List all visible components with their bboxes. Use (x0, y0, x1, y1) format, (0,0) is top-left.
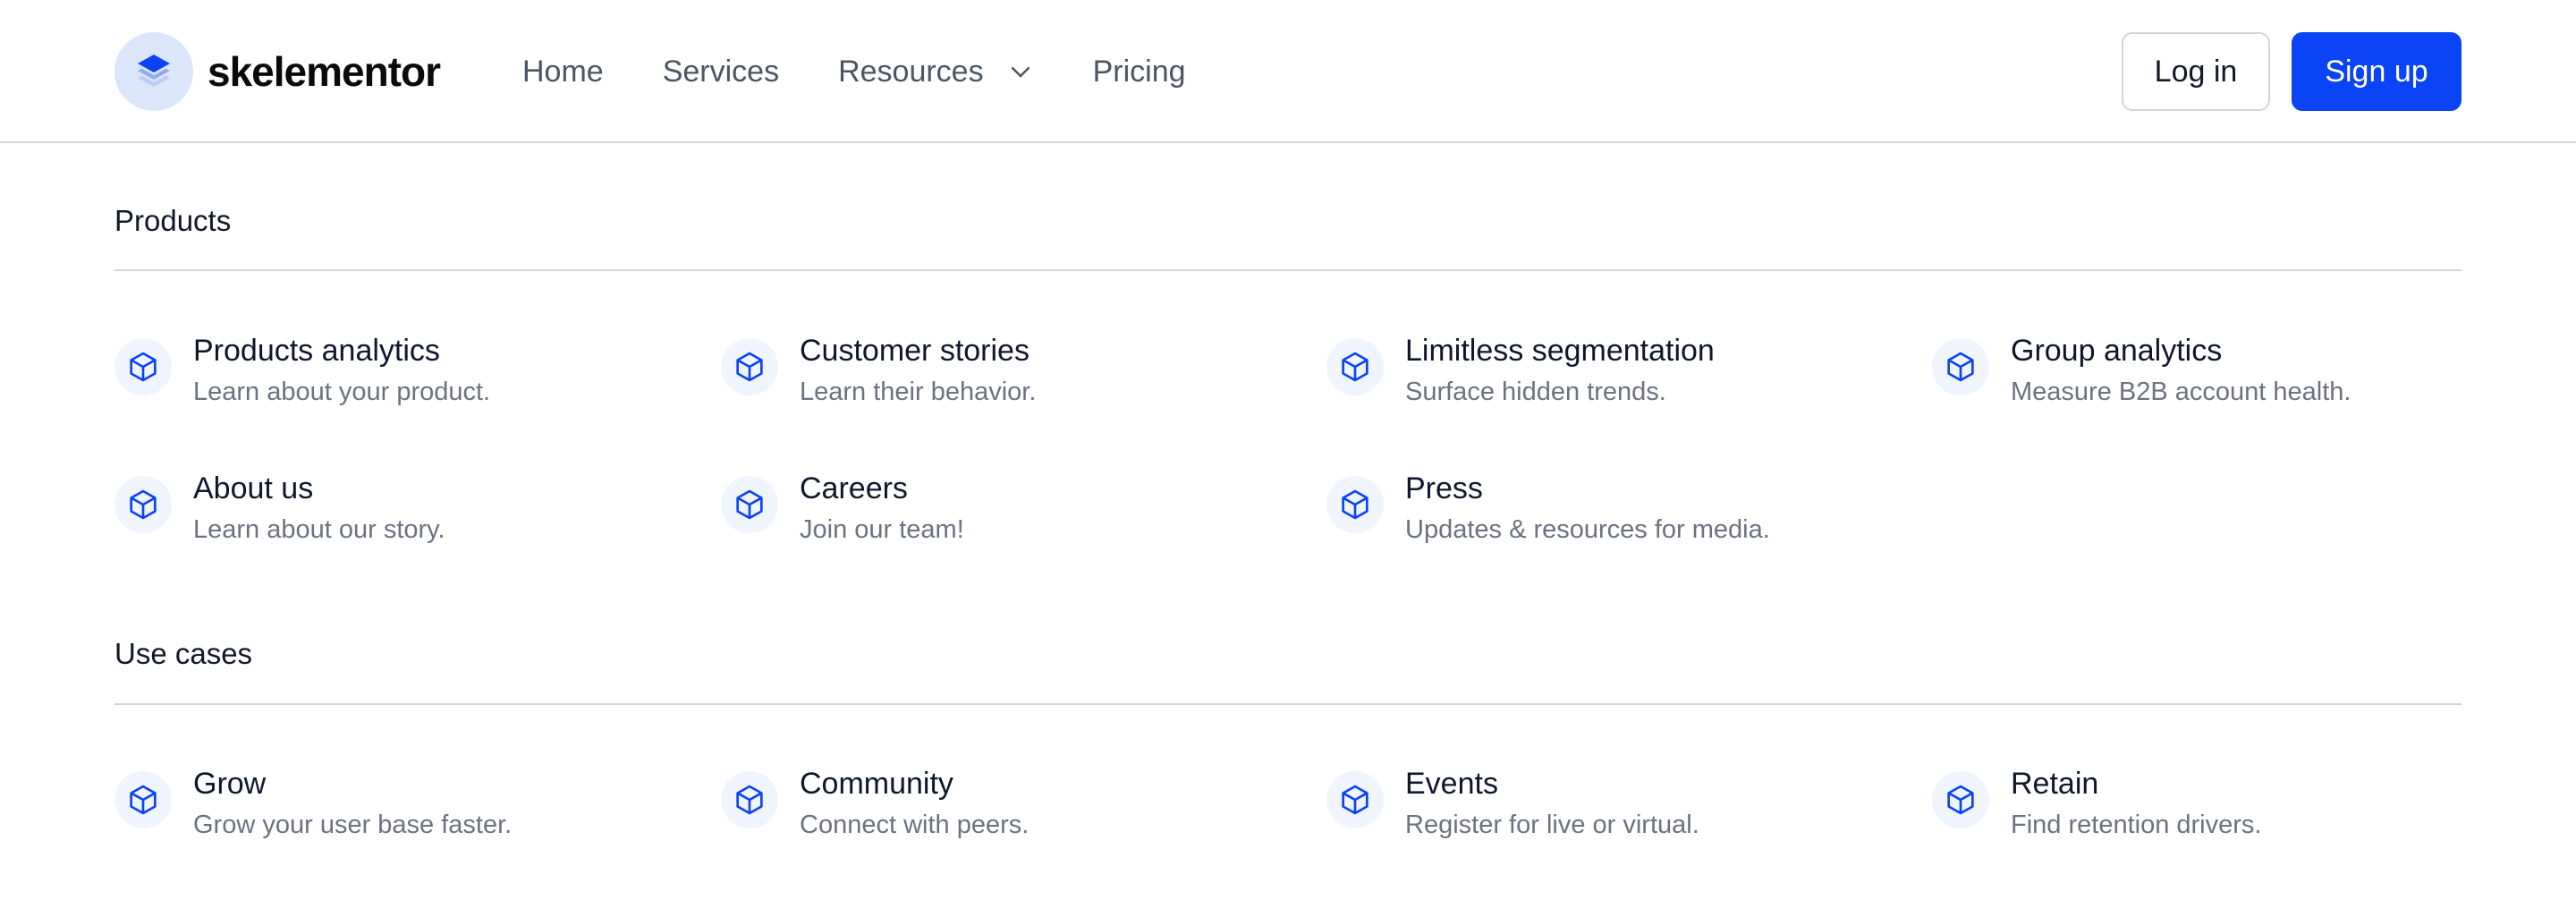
menu-item-title: About us (193, 471, 314, 505)
signup-button[interactable]: Sign up (2292, 32, 2462, 111)
menu-item-desc: Learn about your product. (193, 378, 491, 406)
nav-item-label: Pricing (1092, 54, 1186, 89)
menu-item-title: Retain (2011, 767, 2099, 801)
cube-icon (114, 771, 172, 828)
chevron-down-icon (1007, 58, 1034, 85)
stack-layers-icon (114, 32, 193, 111)
cube-icon (1326, 771, 1384, 828)
menu-item-desc: Learn about our story. (193, 515, 445, 544)
nav-item-pricing[interactable]: Pricing (1093, 55, 1186, 89)
cube-icon (1326, 476, 1384, 533)
menu-item-desc: Connect with peers. (800, 811, 1030, 839)
top-navbar: skelementor Home Services Resources Pric… (0, 0, 2576, 143)
cube-icon (114, 338, 172, 395)
brand-name: skelementor (208, 48, 441, 95)
section-title-products: Products (114, 204, 232, 237)
menu-item-title: Grow (193, 767, 267, 801)
cube-icon (721, 476, 778, 533)
menu-item-customer-stories[interactable]: Customer stories Learn their behavior. (721, 333, 1036, 408)
cube-icon (1932, 338, 1989, 395)
menu-item-desc: Join our team! (800, 515, 964, 544)
menu-item-retain[interactable]: Retain Find retention drivers. (1932, 766, 2261, 841)
section-divider (114, 269, 2462, 271)
menu-item-grow[interactable]: Grow Grow your user base faster. (114, 766, 512, 841)
menu-item-desc: Updates & resources for media. (1405, 515, 1770, 544)
menu-item-desc: Find retention drivers. (2011, 811, 2262, 839)
cube-icon (721, 771, 778, 828)
brand-logo-link[interactable]: skelementor (114, 32, 441, 111)
menu-item-community[interactable]: Community Connect with peers. (721, 766, 1029, 841)
menu-item-group-analytics[interactable]: Group analytics Measure B2B account healt… (1932, 333, 2351, 408)
section-divider (114, 703, 2462, 705)
cube-icon (1326, 338, 1384, 395)
menu-item-desc: Grow your user base faster. (193, 811, 513, 839)
menu-item-title: Limitless segmentation (1405, 334, 1715, 368)
cube-icon (114, 476, 172, 533)
nav-item-label: Services (662, 54, 780, 89)
cube-icon (721, 338, 778, 395)
nav-item-label: Resources (838, 54, 984, 89)
menu-item-careers[interactable]: Careers Join our team! (721, 471, 964, 546)
login-button[interactable]: Log in (2122, 32, 2270, 111)
nav-item-label: Home (522, 54, 604, 89)
menu-item-title: Events (1405, 767, 1498, 801)
menu-item-title: Customer stories (800, 334, 1030, 368)
menu-item-limitless-segmentation[interactable]: Limitless segmentation Surface hidden tre… (1326, 333, 1715, 408)
main-nav: Home Services Resources Pricing (522, 45, 1245, 98)
cube-icon (1932, 771, 1989, 828)
menu-item-products-analytics[interactable]: Products analytics Learn about your produ… (114, 333, 490, 408)
menu-item-title: Press (1405, 471, 1483, 505)
menu-item-title: Products analytics (193, 334, 440, 368)
menu-item-desc: Learn their behavior. (800, 378, 1037, 406)
menu-item-press[interactable]: Press Updates & resources for media. (1326, 471, 1770, 546)
menu-item-desc: Register for live or virtual. (1405, 811, 1699, 839)
section-title-use-cases: Use cases (114, 637, 253, 670)
menu-item-about-us[interactable]: About us Learn about our story. (114, 471, 445, 546)
menu-item-events[interactable]: Events Register for live or virtual. (1326, 766, 1699, 841)
menu-item-title: Community (800, 767, 953, 801)
menu-item-desc: Measure B2B account health. (2011, 378, 2351, 406)
nav-item-services[interactable]: Services (663, 55, 779, 89)
auth-buttons: Log in Sign up (2122, 32, 2462, 111)
nav-item-resources[interactable]: Resources (838, 55, 1034, 89)
menu-item-title: Group analytics (2011, 334, 2223, 368)
nav-item-home[interactable]: Home (522, 55, 604, 89)
menu-item-title: Careers (800, 471, 908, 505)
menu-item-desc: Surface hidden trends. (1405, 378, 1666, 406)
